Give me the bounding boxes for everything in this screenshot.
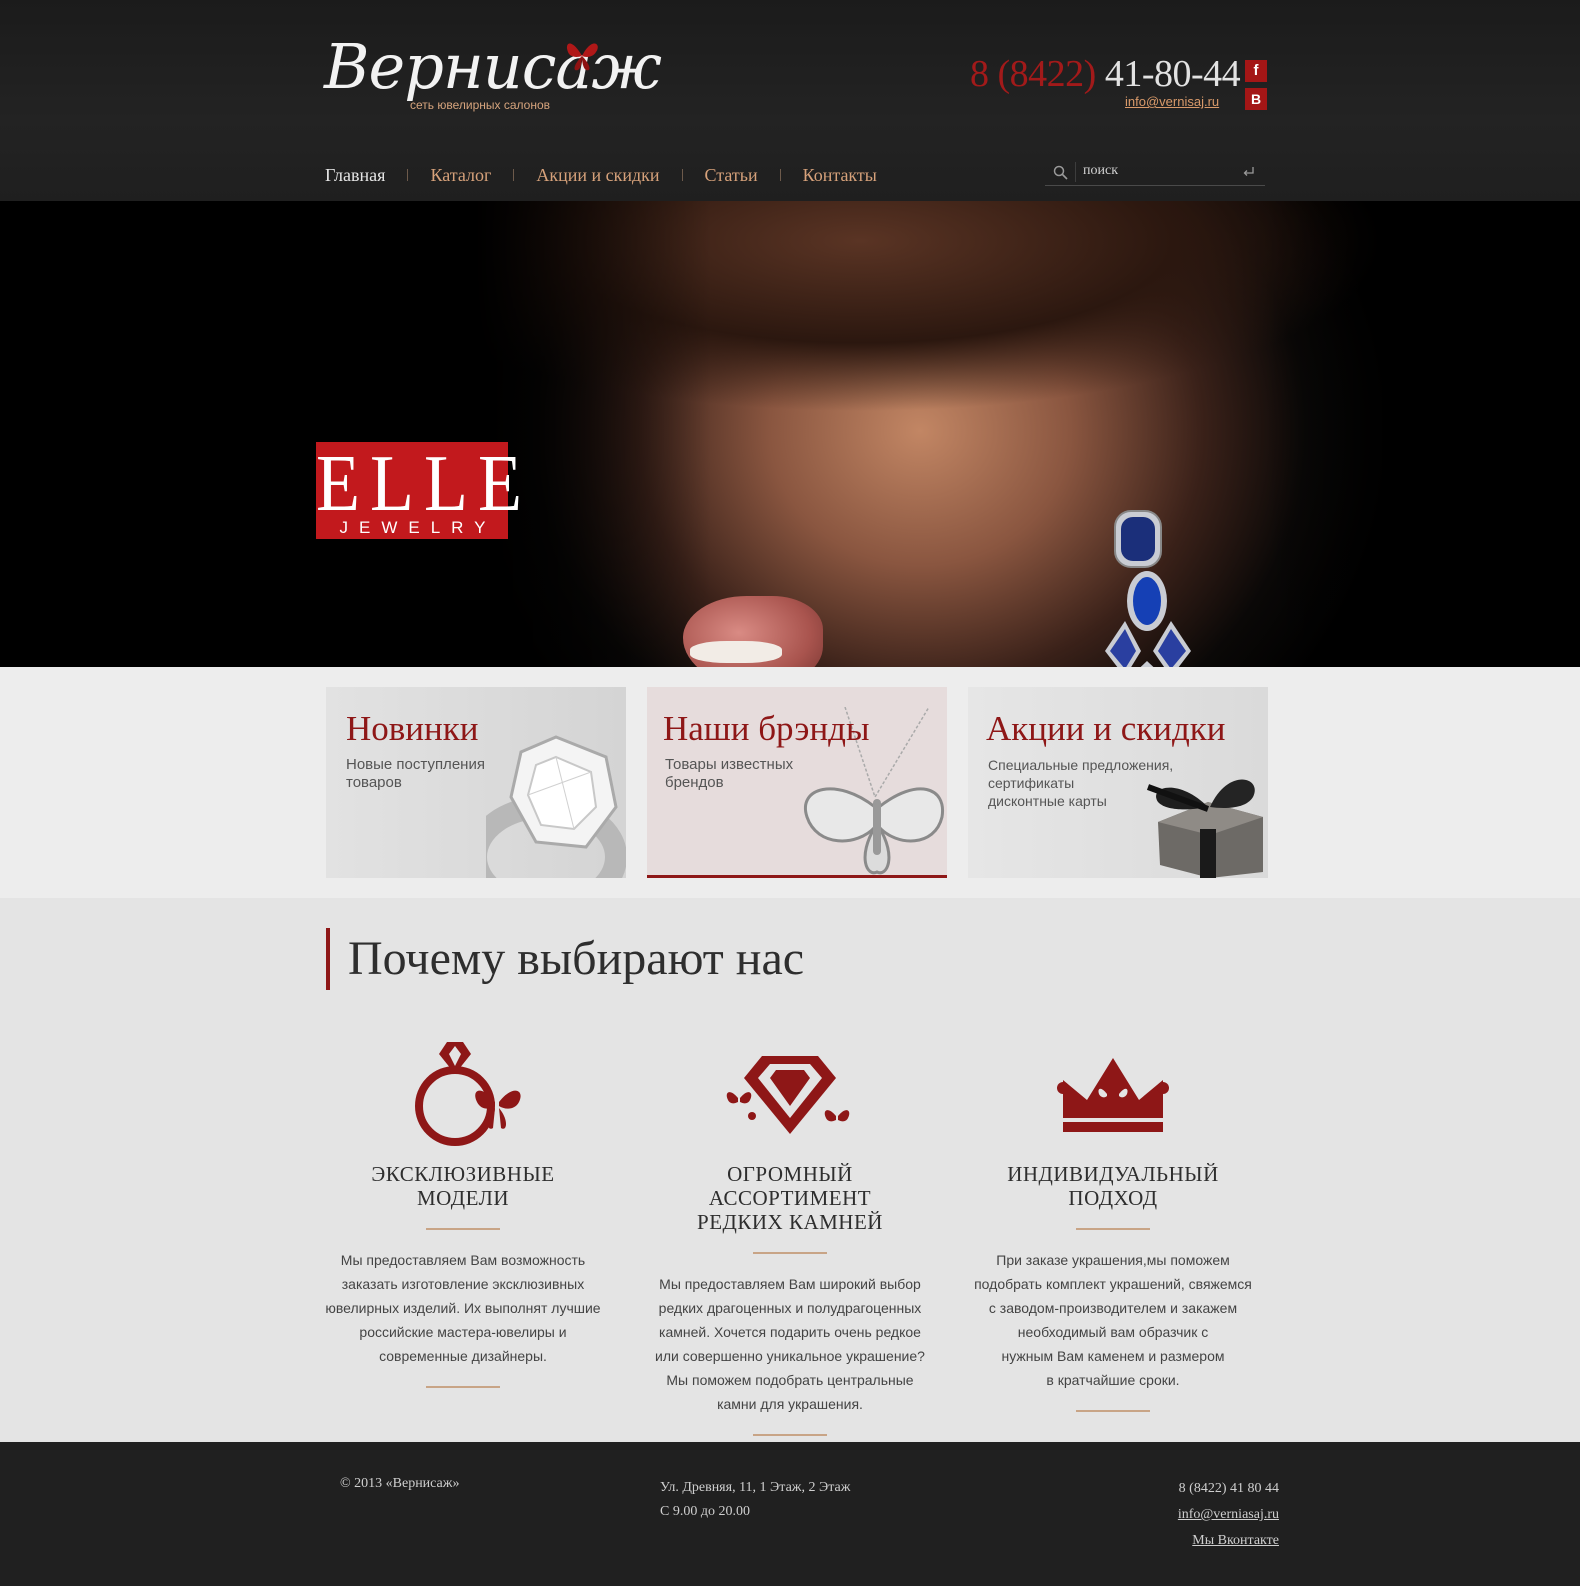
hero-banner[interactable]: ELLE JEWELRY: [0, 201, 1580, 723]
logo-text: Вернисаж: [324, 30, 662, 103]
footer-phone: 8 (8422) 41 80 44: [1178, 1481, 1279, 1496]
promo-card-desc-line: Новые поступления: [346, 756, 485, 773]
site-header: Вернисаж сеть ювелирных салонов 8 (8422)…: [0, 0, 1580, 201]
search-input[interactable]: [1081, 161, 1231, 181]
feature-title-line: ОГРОМНЫЙ АССОРТИМЕНТ: [708, 1162, 872, 1210]
feature-exclusive: ЭКСКЛЮЗИВНЫЕ МОДЕЛИ Мы предоставляем Вам…: [318, 1040, 608, 1406]
site-logo[interactable]: Вернисаж сеть ювелирных салонов: [324, 30, 662, 125]
crown-icon: [1057, 1058, 1169, 1132]
enter-icon[interactable]: [1243, 167, 1255, 177]
feature-divider: [426, 1386, 500, 1388]
vk-icon[interactable]: В: [1245, 88, 1267, 110]
footer-copyright: © 2013 «Вернисаж»: [340, 1476, 460, 1491]
footer-vk-link[interactable]: Мы Вконтакте: [1192, 1533, 1279, 1548]
search-box: [1045, 158, 1265, 186]
ring-image: [486, 735, 626, 878]
phone-number: 41-80-44: [1104, 53, 1241, 95]
diamond-icon: [726, 1056, 850, 1134]
feature-text-line: нужным Вам каменем и размером: [1001, 1348, 1225, 1364]
feature-divider: [1076, 1410, 1150, 1412]
feature-assortment: ОГРОМНЫЙ АССОРТИМЕНТ РЕДКИХ КАМНЕЙ Мы пр…: [645, 1040, 935, 1454]
butterfly-icon: [566, 43, 598, 71]
feature-divider: [1076, 1228, 1150, 1230]
feature-text-line: Мы поможем подобрать центральные: [666, 1372, 914, 1388]
feature-title-line: МОДЕЛИ: [416, 1186, 510, 1210]
feature-title-line: ПОДХОД: [1068, 1186, 1158, 1210]
search-divider: [1075, 162, 1076, 182]
feature-text-line: современные дизайнеры.: [379, 1348, 547, 1364]
nav-divider: [407, 169, 409, 181]
promo-card-new[interactable]: Новинки Новые поступления товаров: [326, 687, 626, 878]
feature-text-line: Мы предоставляем Вам возможность: [340, 1252, 586, 1268]
feature-text-line: подобрать комплект украшений, свяжемся: [974, 1276, 1252, 1292]
promo-card-desc-line: Специальные предложения,: [988, 757, 1174, 773]
feature-text-line: ювелирных изделий. Их выполнят лучшие: [325, 1300, 601, 1316]
promo-card-desc: Новые поступления товаров: [346, 756, 485, 792]
promo-card-sales[interactable]: Акции и скидки Специальные предложения, …: [968, 687, 1268, 878]
feature-text: Мы предоставляем Вам возможность заказат…: [318, 1248, 608, 1368]
promo-card-desc-line: брендов: [665, 774, 724, 791]
logo-subtitle: сеть ювелирных салонов: [410, 98, 550, 112]
feature-text: Мы предоставляем Вам широкий выбор редки…: [645, 1272, 935, 1416]
feature-text-line: редких драгоценных и полудрагоценных: [658, 1300, 922, 1316]
feature-text-line: камни для украшения.: [717, 1396, 863, 1412]
feature-text-line: с заводом-производителем и закажем: [988, 1300, 1238, 1316]
feature-title-line: ИНДИВИДУАЛЬНЫЙ: [1007, 1162, 1219, 1186]
footer-contacts: 8 (8422) 41 80 44 info@verniasaj.ru Мы В…: [1178, 1476, 1279, 1554]
feature-text-line: камней. Хочется подарить очень редкое: [659, 1324, 921, 1340]
promo-card-title: Акции и скидки: [986, 709, 1226, 748]
footer-hours: С 9.00 до 20.00: [660, 1504, 750, 1519]
nav-item-contacts[interactable]: Контакты: [803, 165, 877, 186]
nav-divider: [779, 169, 781, 181]
elle-brand-name: ELLE: [316, 438, 532, 528]
feature-divider: [753, 1434, 827, 1436]
search-icon[interactable]: [1053, 165, 1068, 180]
promo-card-desc-line: сертификаты: [988, 775, 1075, 791]
promo-card-desc-line: Товары известных: [665, 756, 794, 773]
nav-item-sales[interactable]: Акции и скидки: [536, 165, 659, 186]
feature-text-line: в кратчайшие сроки.: [1046, 1372, 1180, 1388]
nav-divider: [681, 169, 683, 181]
feature-title-line: ЭКСКЛЮЗИВНЫЕ: [371, 1162, 555, 1186]
ring-butterfly-icon: [415, 1042, 521, 1146]
elle-jewelry-logo: ELLE JEWELRY: [316, 438, 532, 539]
feature-divider: [426, 1228, 500, 1230]
main-nav: Главная Каталог Акции и скидки Статьи Ко…: [325, 163, 877, 187]
nav-divider: [513, 169, 515, 181]
hero-teeth: [690, 641, 782, 663]
header-email-link[interactable]: info@vernisaj.ru: [1125, 94, 1219, 109]
promo-card-desc-line: товаров: [346, 774, 402, 791]
phone-code: 8 (8422): [970, 53, 1096, 95]
promo-card-title: Новинки: [346, 709, 479, 748]
feature-title: ИНДИВИДУАЛЬНЫЙ ПОДХОД: [968, 1162, 1258, 1210]
feature-title: ЭКСКЛЮЗИВНЫЕ МОДЕЛИ: [318, 1162, 608, 1210]
feature-text-line: необходимый вам образчик с: [1017, 1324, 1209, 1340]
hero-shade: [0, 201, 1580, 667]
promo-card-title: Наши брэнды: [663, 709, 870, 748]
feature-text-line: российские мастера-ювелиры и: [359, 1324, 567, 1340]
promo-card-brands[interactable]: Наши брэнды Товары известных брендов: [647, 687, 947, 878]
facebook-icon[interactable]: f: [1245, 60, 1267, 82]
feature-text-line: При заказе украшения,мы поможем: [996, 1252, 1230, 1268]
nav-item-home[interactable]: Главная: [325, 165, 385, 186]
footer-email-link[interactable]: info@verniasaj.ru: [1178, 1507, 1279, 1522]
nav-item-articles[interactable]: Статьи: [705, 165, 758, 186]
feature-text-line: Мы предоставляем Вам широкий выбор: [659, 1276, 921, 1292]
promo-card-desc-line: дисконтные карты: [988, 793, 1107, 809]
footer-address-block: Ул. Древняя, 11, 1 Этаж, 2 Этаж С 9.00 д…: [660, 1476, 850, 1524]
feature-text: При заказе украшения,мы поможем подобрат…: [968, 1248, 1258, 1392]
feature-individual: ИНДИВИДУАЛЬНЫЙ ПОДХОД При заказе украшен…: [968, 1040, 1258, 1430]
feature-text-line: или совершенно уникальное украшение?: [655, 1348, 925, 1364]
feature-text-line: заказать изготовление эксклюзивных: [341, 1276, 585, 1292]
site-footer: © 2013 «Вернисаж» Ул. Древняя, 11, 1 Эта…: [0, 1442, 1580, 1586]
feature-divider: [753, 1252, 827, 1254]
why-us-heading: Почему выбирают нас: [326, 928, 804, 990]
feature-title: ОГРОМНЫЙ АССОРТИМЕНТ РЕДКИХ КАМНЕЙ: [645, 1162, 935, 1234]
footer-address: Ул. Древняя, 11, 1 Этаж, 2 Этаж: [660, 1480, 851, 1495]
promo-card-desc: Специальные предложения, сертификаты дис…: [988, 756, 1173, 810]
feature-title-line: РЕДКИХ КАМНЕЙ: [697, 1210, 883, 1234]
nav-item-catalog[interactable]: Каталог: [430, 165, 491, 186]
header-phone: 8 (8422) 41-80-44: [970, 52, 1241, 96]
promo-card-desc: Товары известных брендов: [665, 756, 793, 792]
